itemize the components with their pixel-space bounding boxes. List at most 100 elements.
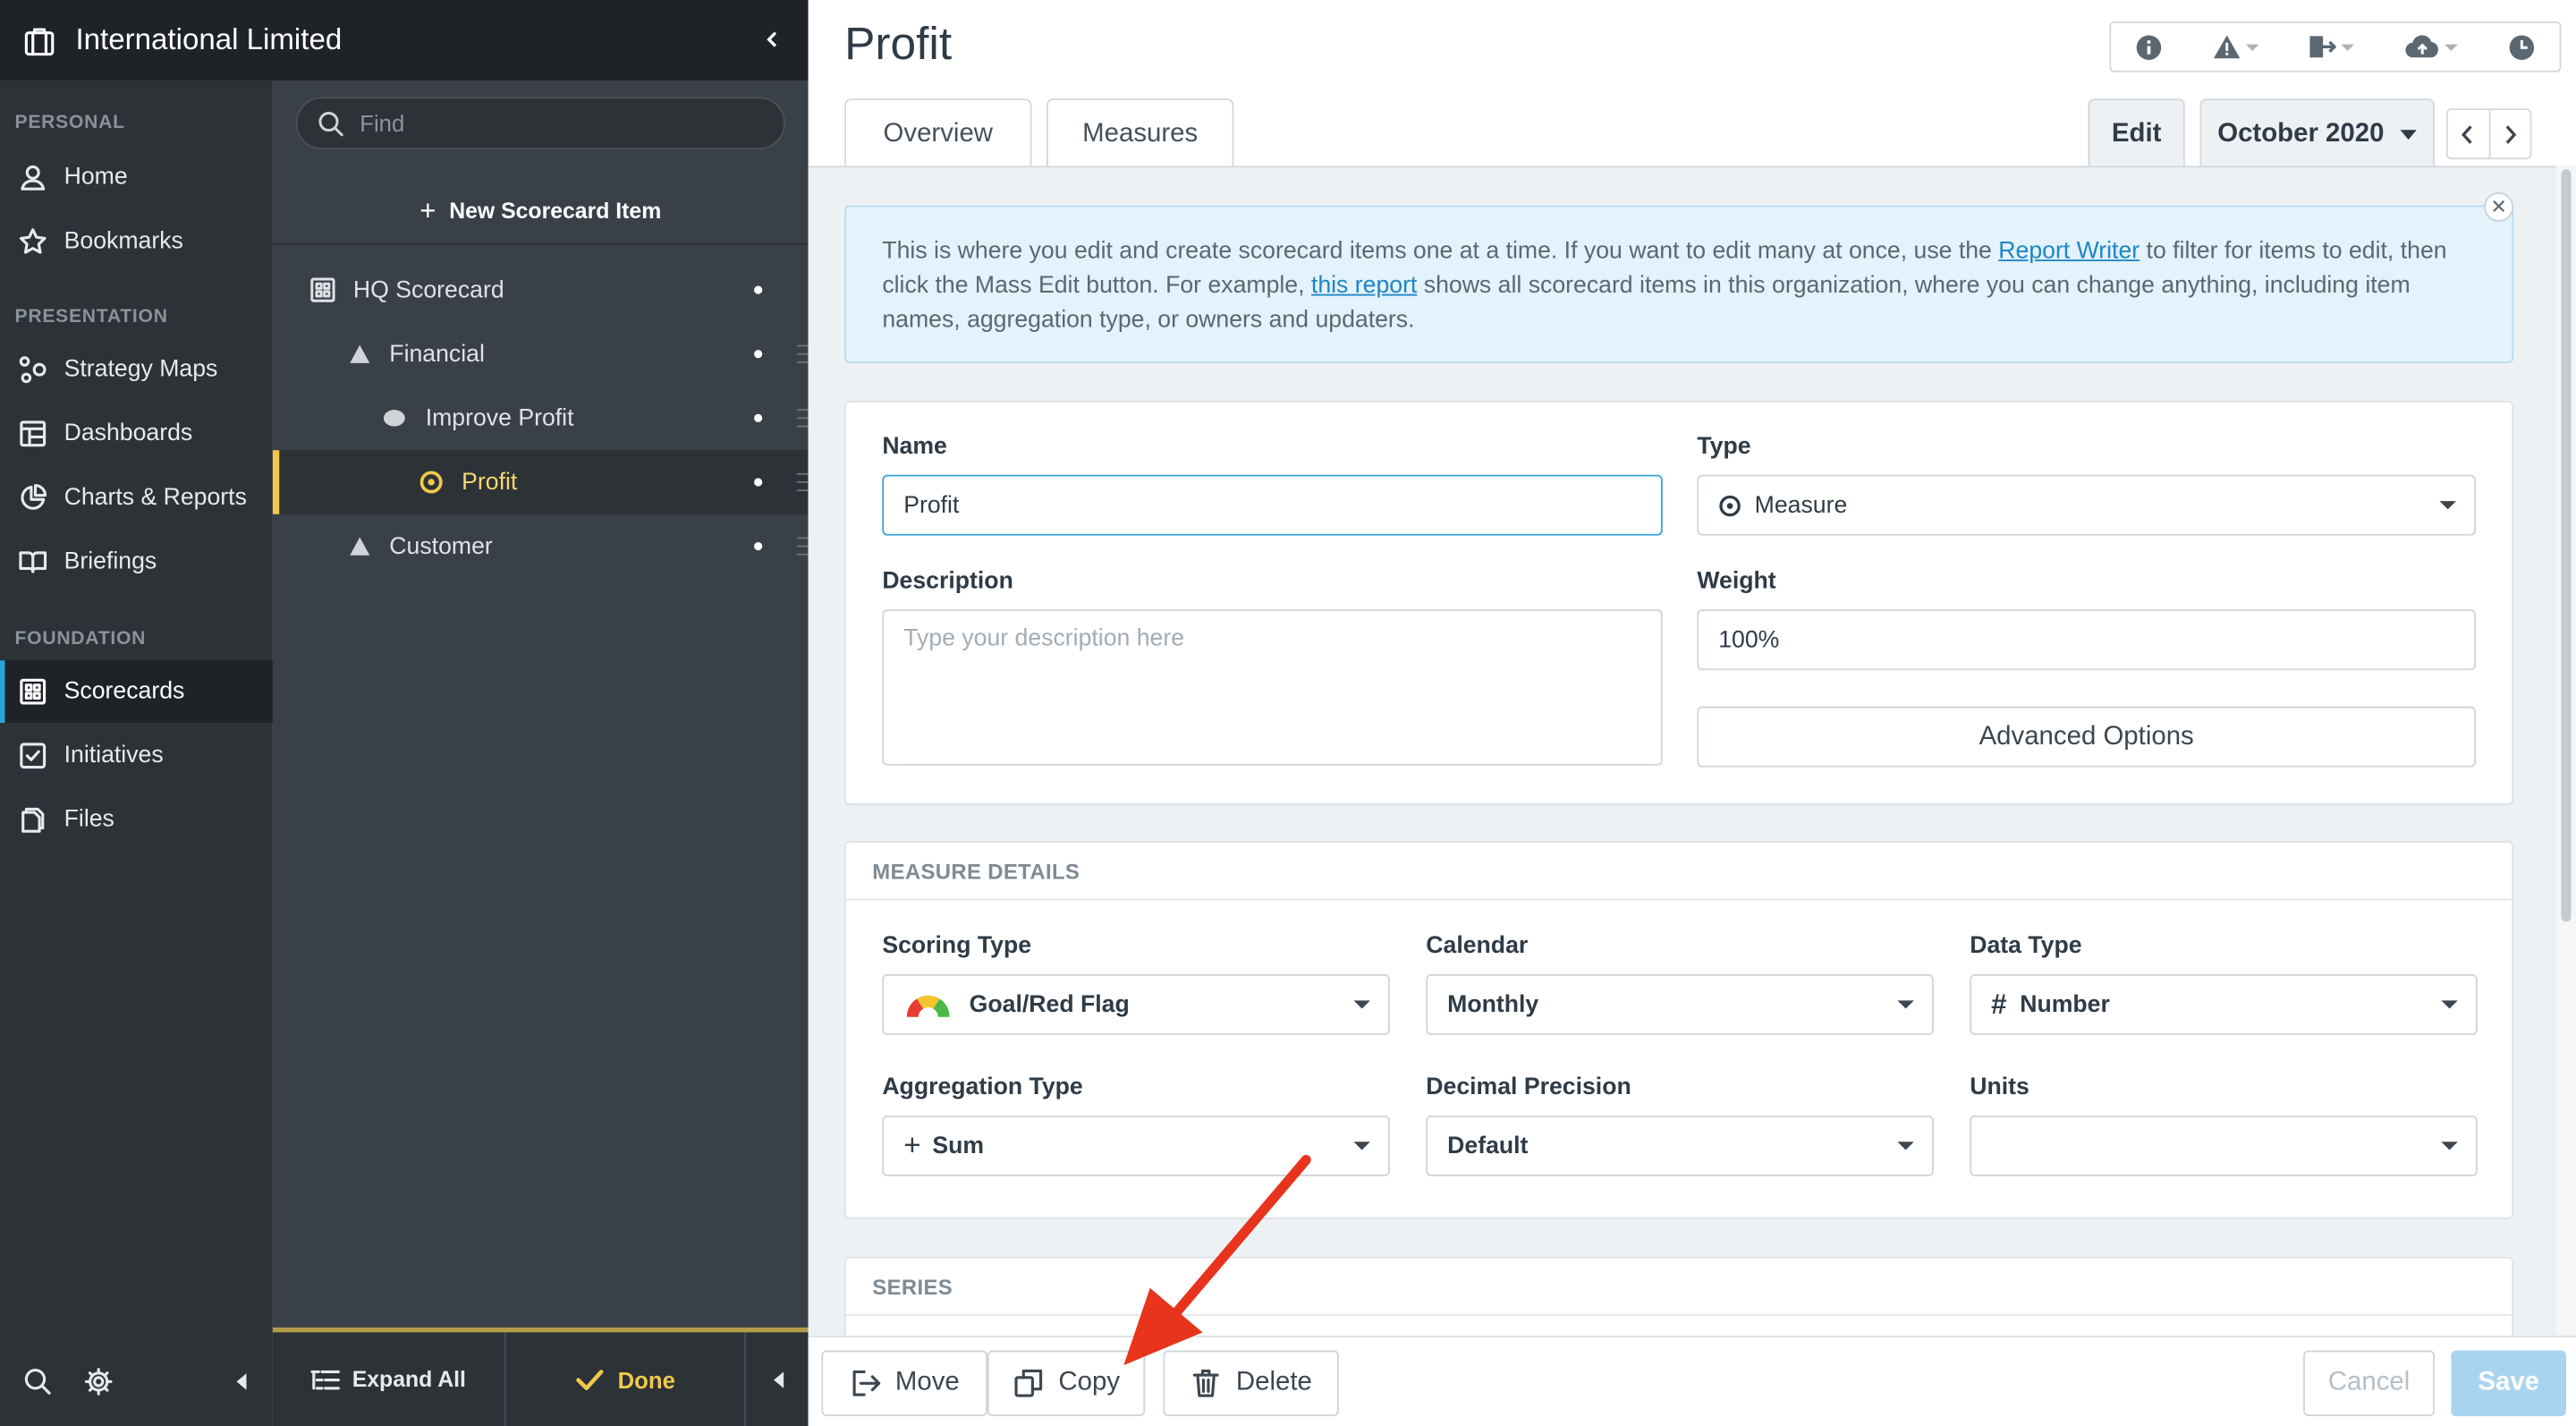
report-writer-link[interactable]: Report Writer	[1998, 238, 2140, 264]
page-title: Profit	[844, 18, 953, 70]
info-icon[interactable]	[2136, 34, 2162, 60]
search-icon[interactable]	[23, 1367, 53, 1396]
weight-value: 100%	[1718, 626, 1780, 653]
left-nav: PERSONAL Home Bookmarks PRESENTATION Str…	[0, 80, 273, 1426]
drag-handle-icon[interactable]	[796, 537, 809, 556]
weight-input[interactable]: 100%	[1697, 609, 2476, 671]
status-dot	[754, 542, 763, 551]
series-heading: SERIES	[845, 1259, 2512, 1316]
caret-down-icon	[2441, 1000, 2458, 1009]
tab-label: Measures	[1082, 119, 1199, 148]
status-dot	[754, 413, 763, 422]
nav-item-dashboards[interactable]: Dashboards	[0, 403, 273, 465]
annotation-arrow	[1123, 1154, 1311, 1366]
move-button[interactable]: Move	[821, 1350, 987, 1416]
data-type-select[interactable]: # Number	[1970, 973, 2478, 1035]
caret-down-icon	[1353, 1000, 1370, 1009]
tab-label: Edit	[2111, 119, 2162, 148]
scrollbar-thumb[interactable]	[2561, 169, 2572, 922]
description-textarea[interactable]: Type your description here	[882, 609, 1663, 766]
book-icon	[19, 551, 47, 573]
collapse-tree-icon[interactable]	[770, 1371, 786, 1390]
drag-handle-icon[interactable]	[796, 472, 809, 492]
nav-label: Initiatives	[64, 743, 164, 769]
tree-footer: Expand All Done	[272, 1327, 809, 1426]
nav-item-charts-reports[interactable]: Charts & Reports	[0, 467, 273, 530]
decimal-precision-select[interactable]: Default	[1426, 1115, 1934, 1176]
tab-label: Overview	[883, 119, 994, 148]
save-button[interactable]: Save	[2451, 1350, 2566, 1416]
calendar-select[interactable]: Monthly	[1426, 973, 1934, 1035]
calendar-label: Calendar	[1426, 933, 1529, 960]
nav-item-scorecards[interactable]: Scorecards	[0, 660, 273, 724]
close-notice-icon[interactable]: ✕	[2484, 191, 2514, 222]
general-card: Name Profit Type Measure Description Typ…	[844, 401, 2514, 805]
caret-down-icon	[2342, 43, 2355, 51]
new-scorecard-item-button[interactable]: + New Scorecard Item	[272, 179, 809, 245]
nav-item-bookmarks[interactable]: Bookmarks	[0, 210, 273, 273]
caret-down-icon	[1897, 1000, 1914, 1009]
perspective-triangle-icon	[350, 537, 370, 556]
description-label: Description	[882, 568, 1013, 595]
done-label: Done	[617, 1365, 675, 1393]
plus-icon: +	[903, 1128, 921, 1162]
tree-row-hq-scorecard[interactable]: HQ Scorecard	[273, 258, 809, 322]
period-selector[interactable]: October 2020	[2199, 98, 2436, 168]
nav-item-files[interactable]: Files	[0, 788, 273, 851]
nav-item-initiatives[interactable]: Initiatives	[0, 725, 273, 787]
cloud-menu[interactable]	[2405, 35, 2458, 60]
gauge-icon	[906, 994, 950, 1016]
type-select[interactable]: Measure	[1697, 474, 2476, 536]
tree-row-customer[interactable]: Customer	[273, 514, 809, 579]
series-card: SERIES	[844, 1256, 2514, 1336]
nav-footer	[0, 1339, 273, 1426]
find-input[interactable]: Find	[295, 97, 785, 150]
content-scrollbar[interactable]	[2555, 166, 2576, 1336]
measure-target-icon	[419, 471, 443, 494]
nav-item-briefings[interactable]: Briefings	[0, 531, 273, 593]
tree-row-profit[interactable]: Profit	[272, 450, 809, 514]
export-menu[interactable]	[2309, 35, 2355, 60]
caret-down-icon	[2445, 43, 2458, 51]
tab-edit[interactable]: Edit	[2088, 98, 2185, 168]
nav-label: Scorecards	[64, 678, 185, 705]
tree-row-label: Improve Profit	[425, 404, 574, 432]
expand-all-button[interactable]: Expand All	[273, 1332, 506, 1426]
notice-text: This is where you edit and create scorec…	[882, 238, 1999, 265]
drag-handle-icon[interactable]	[796, 344, 809, 363]
nav-item-strategy-maps[interactable]: Strategy Maps	[0, 338, 273, 401]
collapse-nav-icon[interactable]	[233, 1371, 250, 1391]
status-dot	[754, 478, 763, 487]
drag-handle-icon[interactable]	[796, 409, 809, 428]
done-button[interactable]: Done	[506, 1332, 746, 1426]
name-input[interactable]: Profit	[882, 474, 1663, 536]
next-period-button[interactable]	[2490, 110, 2530, 157]
nav-label: Files	[64, 806, 114, 834]
period-nav	[2445, 108, 2532, 160]
org-name[interactable]: International Limited	[75, 23, 342, 58]
alert-menu[interactable]	[2213, 35, 2259, 60]
tab-overview[interactable]: Overview	[844, 98, 1032, 168]
scoring-type-select[interactable]: Goal/Red Flag	[882, 973, 1390, 1035]
measure-details-card: MEASURE DETAILS Scoring Type Goal/Red Fl…	[844, 841, 2514, 1219]
units-select[interactable]	[1970, 1115, 2478, 1176]
status-dot	[754, 350, 763, 359]
history-clock-icon[interactable]	[2508, 34, 2534, 60]
this-report-link[interactable]: this report	[1311, 272, 1417, 298]
scoring-type-value: Goal/Red Flag	[969, 991, 1130, 1018]
files-icon	[21, 807, 45, 833]
plus-icon: +	[419, 194, 436, 226]
dashboard-icon	[20, 420, 47, 447]
cancel-button[interactable]: Cancel	[2303, 1350, 2436, 1416]
prev-period-button[interactable]	[2448, 110, 2490, 158]
caret-down-icon	[2245, 43, 2259, 51]
tab-measures[interactable]: Measures	[1046, 98, 1234, 168]
gear-icon[interactable]	[84, 1367, 114, 1396]
info-notice: This is where you edit and create scorec…	[844, 191, 2514, 363]
main-panel: Profit Overview Measures Edit October 20…	[808, 0, 2576, 1426]
tree-row-financial[interactable]: Financial	[273, 322, 809, 386]
nav-item-home[interactable]: Home	[0, 146, 273, 208]
collapse-chevron-icon[interactable]	[760, 26, 784, 52]
tree-row-improve-profit[interactable]: Improve Profit	[273, 386, 809, 451]
advanced-options-button[interactable]: Advanced Options	[1697, 706, 2476, 768]
